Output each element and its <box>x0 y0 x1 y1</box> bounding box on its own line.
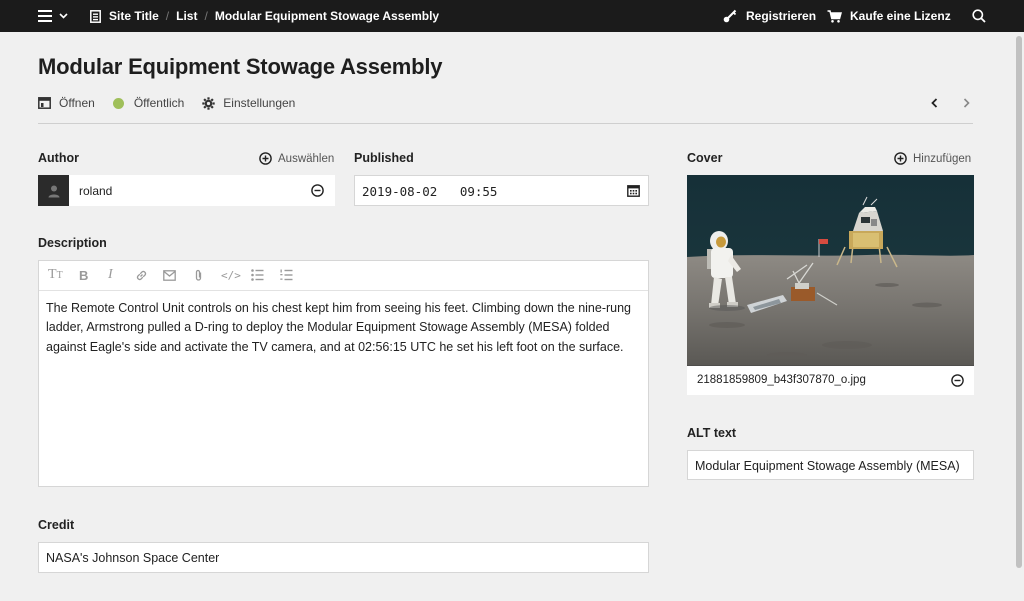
author-label: Author <box>38 151 79 165</box>
breadcrumb-separator: / <box>204 9 208 23</box>
user-icon <box>48 185 59 197</box>
top-bar: Site Title / List / Modular Equipment St… <box>0 0 1024 32</box>
next-button[interactable] <box>963 95 970 111</box>
alt-text-input[interactable]: Modular Equipment Stowage Assembly (MESA… <box>687 450 974 480</box>
license-link[interactable]: Kaufe eine Lizenz <box>827 0 951 32</box>
editor-toolbar: TT B I </> <box>39 261 648 291</box>
email-icon[interactable] <box>163 270 176 281</box>
credit-value: NASA's Johnson Space Center <box>46 551 220 565</box>
status-label: Öffentlich <box>133 96 185 110</box>
breadcrumb-separator: / <box>165 9 170 23</box>
cover-file-row: 21881859809_b43f307870_o.jpg <box>687 366 974 395</box>
author-field[interactable]: roland <box>38 175 335 206</box>
open-button[interactable]: Öffnen <box>38 96 95 110</box>
register-link[interactable]: Registrieren <box>723 0 816 32</box>
cover-add-button[interactable]: Hinzufügen <box>894 152 971 165</box>
cover-filename: 21881859809_b43f307870_o.jpg <box>697 374 866 386</box>
calendar-icon[interactable] <box>627 184 640 197</box>
published-label: Published <box>354 151 414 165</box>
cover-image[interactable] <box>687 175 974 366</box>
published-date-value: 2019-08-02 09:55 <box>362 184 498 199</box>
remove-cover-icon[interactable] <box>951 374 964 387</box>
moon-photo <box>687 175 974 366</box>
breadcrumb-list[interactable]: List <box>176 9 197 23</box>
numbered-list-icon[interactable] <box>280 269 293 281</box>
action-bar: Öffnen Öffentlich Einstellungen <box>38 95 313 111</box>
cover-add-label: Hinzufügen <box>913 152 972 165</box>
description-text[interactable]: The Remote Control Unit controls on his … <box>46 299 644 357</box>
bullet-list-icon[interactable] <box>251 269 264 281</box>
cart-icon <box>827 9 842 23</box>
menu-toggle[interactable] <box>38 0 68 32</box>
settings-label: Einstellungen <box>223 96 296 110</box>
gear-icon <box>202 96 215 110</box>
alt-text-label: ALT text <box>687 426 737 440</box>
description-label: Description <box>38 236 107 250</box>
chevron-left-icon <box>931 98 938 108</box>
hamburger-icon <box>38 10 52 22</box>
status-toggle[interactable]: Öffentlich <box>112 96 185 110</box>
description-editor[interactable]: TT B I </> The Remote Control Unit contr… <box>38 260 649 487</box>
breadcrumb-site[interactable]: Site Title <box>109 9 159 23</box>
bold-icon[interactable]: B <box>79 268 88 283</box>
attachment-icon[interactable] <box>193 269 204 282</box>
alt-text-value: Modular Equipment Stowage Assembly (MESA… <box>695 459 960 473</box>
chevron-down-icon <box>59 13 68 19</box>
author-name: roland <box>79 184 113 198</box>
register-label: Registrieren <box>746 9 817 23</box>
scrollbar-thumb[interactable] <box>1016 36 1022 568</box>
page-icon <box>90 9 101 23</box>
published-date-input[interactable]: 2019-08-02 09:55 <box>354 175 649 206</box>
breadcrumb: Site Title / List / Modular Equipment St… <box>90 0 439 32</box>
credit-input[interactable]: NASA's Johnson Space Center <box>38 542 649 573</box>
settings-button[interactable]: Einstellungen <box>202 96 295 110</box>
author-select-label: Auswählen <box>278 152 335 165</box>
status-dot <box>112 97 124 109</box>
italic-icon[interactable]: I <box>108 267 113 283</box>
page-title: Modular Equipment Stowage Assembly <box>38 54 443 79</box>
search-button[interactable] <box>972 0 986 32</box>
prev-button[interactable] <box>931 95 938 111</box>
search-icon <box>972 9 986 23</box>
plus-circle-icon <box>894 152 907 165</box>
divider <box>38 123 973 124</box>
remove-author-icon[interactable] <box>311 184 324 197</box>
code-icon[interactable]: </> <box>221 269 241 282</box>
plus-circle-icon <box>259 152 272 165</box>
author-select-button[interactable]: Auswählen <box>259 152 334 165</box>
chevron-right-icon <box>963 98 970 108</box>
cover-label: Cover <box>687 151 723 165</box>
open-icon <box>38 97 51 109</box>
text-style-icon[interactable]: TT <box>48 267 63 283</box>
license-label: Kaufe eine Lizenz <box>850 9 951 23</box>
credit-label: Credit <box>38 518 75 532</box>
avatar <box>38 175 69 206</box>
open-label: Öffnen <box>59 96 95 110</box>
key-icon <box>723 9 737 23</box>
breadcrumb-current: Modular Equipment Stowage Assembly <box>214 9 440 23</box>
link-icon[interactable] <box>135 269 148 282</box>
